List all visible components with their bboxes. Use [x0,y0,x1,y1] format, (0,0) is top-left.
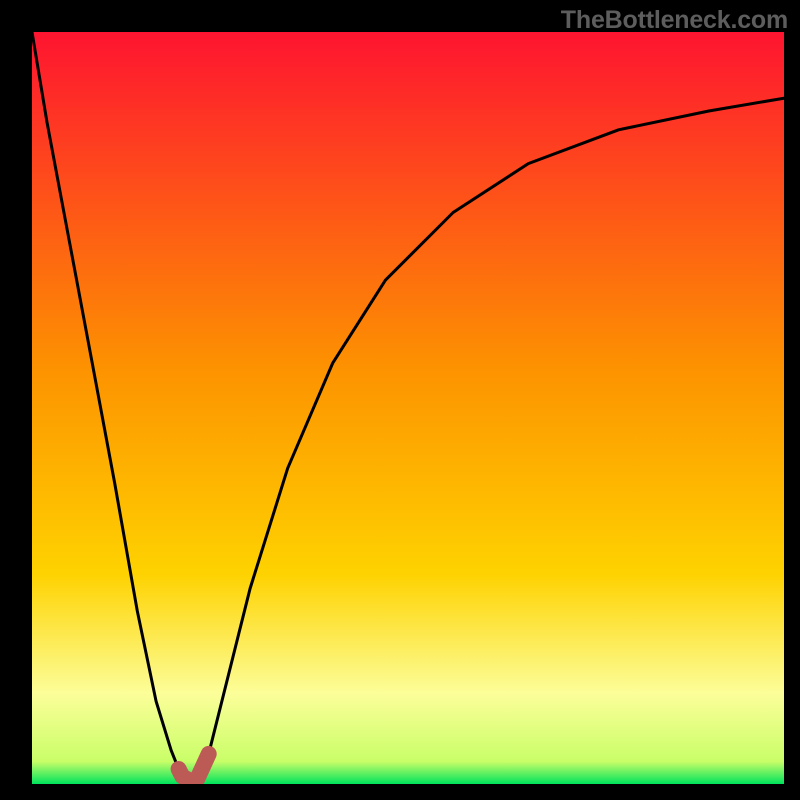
outer-frame: TheBottleneck.com [0,0,800,800]
minimum-marker [179,754,209,782]
watermark-text: TheBottleneck.com [561,6,788,35]
bottleneck-curve [0,0,800,800]
curve-path [32,32,784,782]
